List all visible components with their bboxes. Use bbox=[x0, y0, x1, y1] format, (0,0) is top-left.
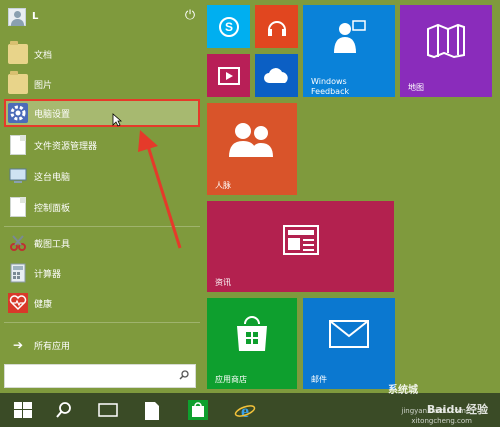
tile-people[interactable]: 人脉 bbox=[207, 103, 297, 195]
tile-store[interactable]: 应用商店 bbox=[207, 298, 297, 389]
internet-explorer-icon: e bbox=[234, 401, 256, 420]
tile-label: 人脉 bbox=[215, 181, 231, 190]
calculator-icon bbox=[8, 263, 28, 283]
skype-icon: S bbox=[219, 17, 239, 37]
store-icon bbox=[188, 400, 208, 420]
video-icon bbox=[218, 67, 240, 85]
search-input[interactable] bbox=[4, 364, 196, 388]
tile-label: Windows Feedback bbox=[311, 77, 350, 96]
tile-onedrive[interactable] bbox=[255, 54, 298, 97]
user-account[interactable]: L ⏻ bbox=[4, 4, 200, 30]
tile-maps[interactable]: 地图 bbox=[400, 5, 492, 97]
all-apps-label: 所有应用 bbox=[34, 342, 71, 352]
menu-separator bbox=[4, 322, 200, 323]
watermark-logo-text: 系统城 bbox=[388, 385, 418, 396]
mail-icon bbox=[329, 320, 369, 348]
task-view-button[interactable] bbox=[88, 393, 128, 427]
menu-item-calculator[interactable]: 计算器 bbox=[4, 259, 200, 287]
start-button[interactable] bbox=[4, 393, 44, 427]
taskbar-search-button[interactable] bbox=[44, 393, 84, 427]
tile-mail[interactable]: 邮件 bbox=[303, 298, 395, 389]
arrow-right-icon: ➔ bbox=[12, 338, 24, 352]
user-avatar bbox=[8, 8, 26, 26]
menu-item-label: 图片 bbox=[34, 81, 53, 91]
folder-icon bbox=[8, 71, 28, 94]
menu-item-label: 控制面板 bbox=[34, 204, 71, 214]
tile-music[interactable] bbox=[255, 5, 298, 48]
task-view-icon bbox=[98, 403, 118, 417]
people-icon bbox=[229, 123, 273, 157]
cloud-icon bbox=[264, 68, 288, 83]
menu-item-label: 电脑设置 bbox=[34, 110, 71, 120]
news-icon bbox=[283, 225, 319, 255]
menu-item-label: 文件资源管理器 bbox=[34, 142, 98, 152]
tile-video[interactable] bbox=[207, 54, 250, 97]
menu-item-pictures[interactable]: 图片 bbox=[4, 70, 200, 98]
tile-windows-feedback[interactable]: Windows Feedback bbox=[303, 5, 395, 97]
search-icon bbox=[56, 402, 71, 418]
menu-item-label: 计算器 bbox=[34, 270, 62, 280]
menu-item-label: 这台电脑 bbox=[34, 173, 71, 183]
all-apps-button[interactable]: ➔ 所有应用 bbox=[4, 331, 200, 359]
headphones-icon bbox=[268, 21, 286, 36]
windows-logo-icon bbox=[14, 402, 32, 418]
power-icon[interactable]: ⏻ bbox=[182, 8, 198, 24]
document-icon bbox=[145, 402, 159, 420]
menu-item-label: 健康 bbox=[34, 300, 53, 310]
user-name: L bbox=[32, 11, 39, 22]
folder-icon bbox=[8, 41, 28, 64]
scissors-icon bbox=[8, 233, 28, 253]
document-icon bbox=[10, 197, 26, 217]
taskbar-ie-button[interactable]: e bbox=[224, 393, 264, 427]
document-icon bbox=[10, 135, 26, 155]
annotation-arrow bbox=[138, 130, 182, 249]
watermark-site: xitongcheng.com bbox=[411, 417, 472, 425]
search-icon bbox=[179, 370, 189, 380]
tile-label: 地图 bbox=[408, 83, 424, 92]
tile-label: 应用商店 bbox=[215, 375, 247, 384]
feedback-person-icon bbox=[334, 20, 366, 53]
tile-label: 资讯 bbox=[215, 278, 231, 287]
desktop-background: L ⏻ 文档 图片 电脑设置 文件资源管理器 这台电脑 控制面板 截图工具 计算… bbox=[0, 0, 500, 427]
watermark-url: jingyan.baidu.com bbox=[401, 407, 466, 415]
menu-item-label: 截图工具 bbox=[34, 240, 71, 250]
svg-text:S: S bbox=[225, 20, 233, 34]
tile-news[interactable]: 资讯 bbox=[207, 201, 394, 292]
store-icon bbox=[237, 316, 267, 351]
svg-text:e: e bbox=[241, 401, 249, 420]
gear-icon bbox=[8, 103, 28, 123]
taskbar-file-button[interactable] bbox=[132, 393, 172, 427]
heart-icon bbox=[8, 293, 28, 313]
tile-skype[interactable]: S bbox=[207, 5, 250, 48]
watermark: Baidu 经验 jingyan.baidu.com xitongcheng.c… bbox=[366, 381, 496, 425]
menu-item-health[interactable]: 健康 bbox=[4, 289, 200, 317]
menu-item-pc-settings[interactable]: 电脑设置 bbox=[4, 99, 200, 127]
menu-item-documents[interactable]: 文档 bbox=[4, 40, 200, 68]
mouse-cursor-icon bbox=[112, 113, 122, 127]
tile-label: 邮件 bbox=[311, 375, 327, 384]
map-icon bbox=[427, 23, 465, 59]
taskbar-store-button[interactable] bbox=[178, 393, 218, 427]
menu-item-label: 文档 bbox=[34, 51, 53, 61]
computer-icon bbox=[8, 166, 28, 186]
